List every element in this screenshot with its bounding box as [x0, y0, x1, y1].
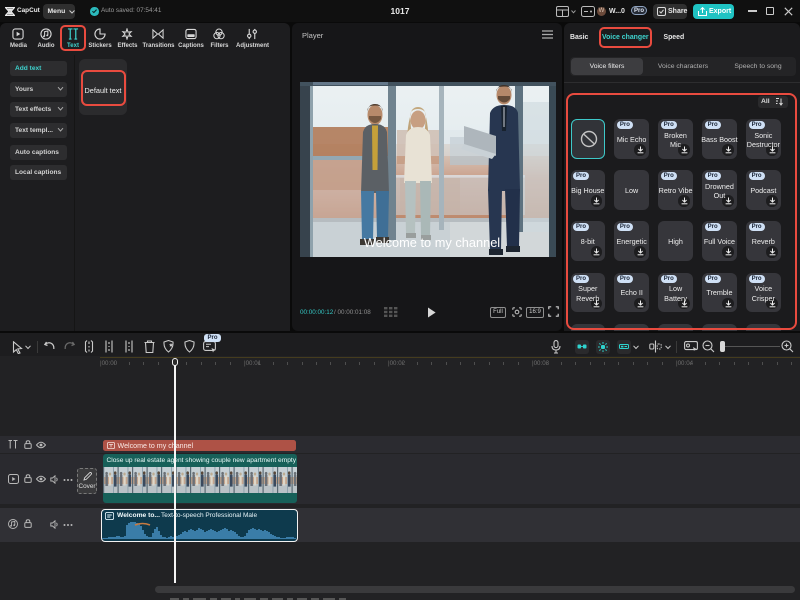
svg-text:Welcome to my channel: Welcome to my channel [364, 235, 500, 250]
